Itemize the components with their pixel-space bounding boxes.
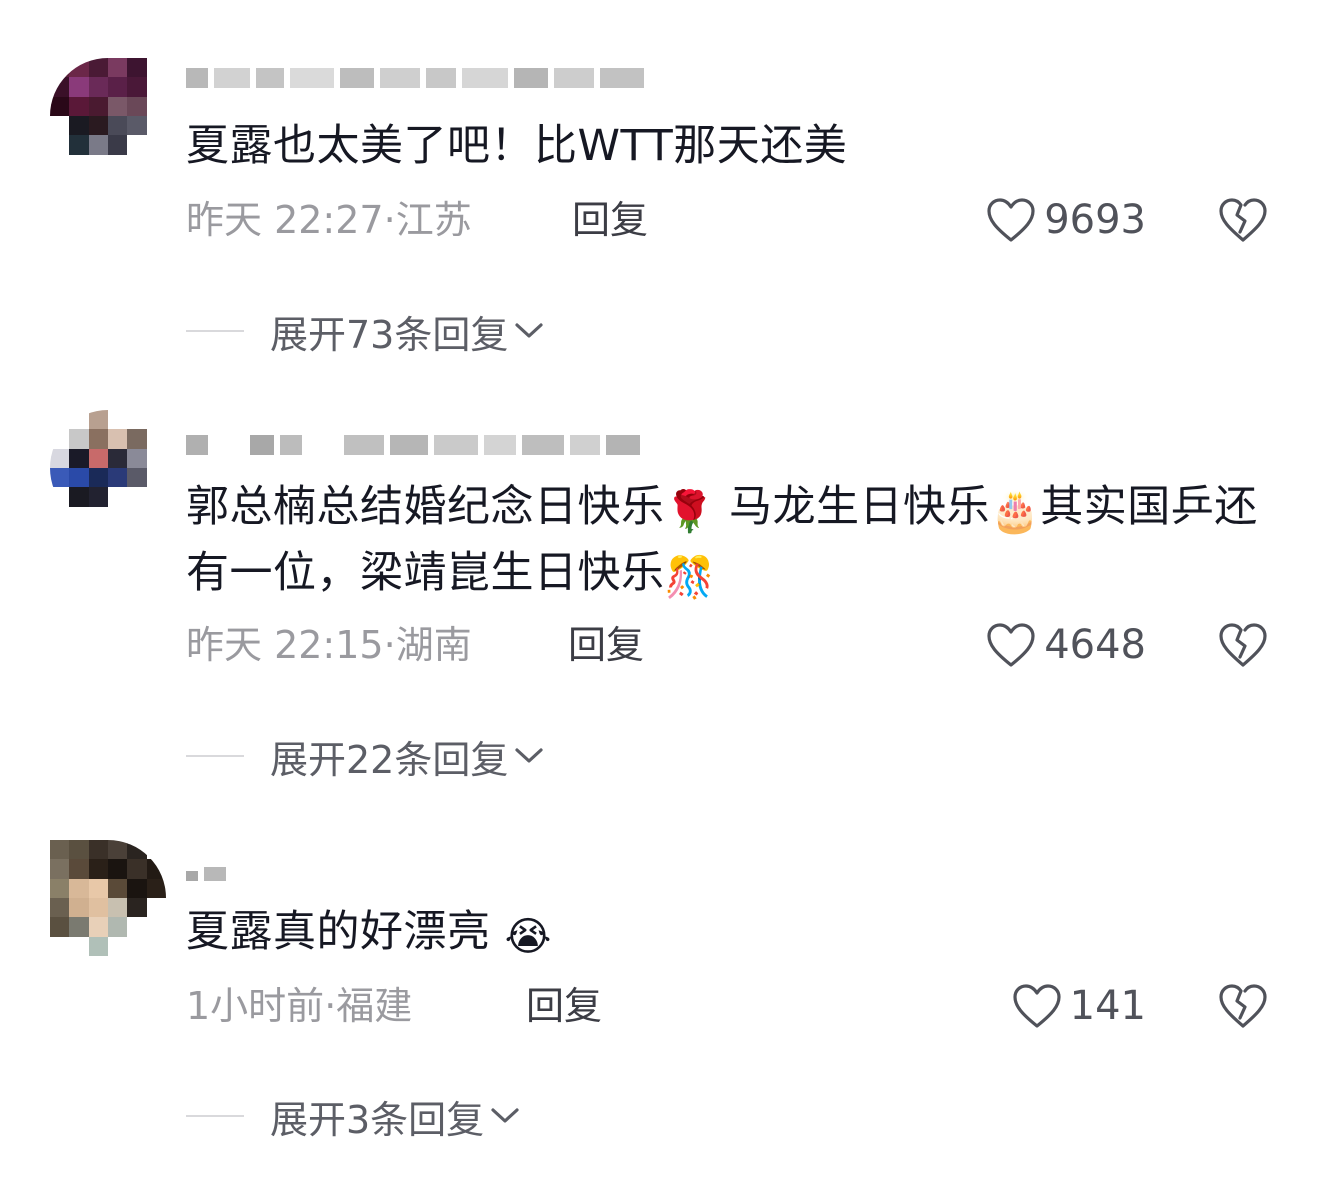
comment-time: 1小时前 xyxy=(186,984,325,1028)
username-blurred[interactable] xyxy=(186,425,640,465)
comment-meta: 昨天 22:15·湖南 xyxy=(186,621,472,669)
confetti-emoji: 🎊 xyxy=(664,555,715,601)
heart-outline-icon xyxy=(987,198,1035,242)
comment-meta: 昨天 22:27·江苏 xyxy=(186,196,472,244)
broken-heart-icon[interactable] xyxy=(1218,982,1268,1030)
chevron-down-icon xyxy=(515,323,543,338)
expand-replies-label: 展开3条回复 xyxy=(270,1097,485,1142)
rose-emoji: 🌹 xyxy=(664,489,715,535)
like-count: 141 xyxy=(1069,983,1146,1029)
expand-replies-label: 展开22条回复 xyxy=(270,737,509,782)
meta-separator: · xyxy=(383,198,396,242)
broken-heart-icon[interactable] xyxy=(1218,196,1268,244)
comment-text-content: 夏露真的好漂亮 xyxy=(186,907,505,957)
reply-button[interactable]: 回复 xyxy=(572,196,648,244)
like-button[interactable]: 4648 xyxy=(986,621,1146,669)
comment-text: 郭总楠总结婚纪念日快乐🌹 马龙生日快乐🎂其实国乒还有一位，梁靖崑生日快乐🎊 xyxy=(186,474,1276,606)
chevron-down-icon xyxy=(515,748,543,763)
like-button[interactable]: 141 xyxy=(1012,982,1146,1030)
expand-replies-button[interactable]: 展开73条回复 xyxy=(186,306,544,357)
comment-text: 夏露也太美了吧！比WTT那天还美 xyxy=(186,113,1276,179)
heart-outline-icon xyxy=(987,623,1035,667)
like-count: 4648 xyxy=(1044,622,1146,668)
like-count: 9693 xyxy=(1044,197,1146,243)
crying-face-emoji: 😭 xyxy=(504,914,552,960)
comment-location: 江苏 xyxy=(395,198,472,242)
avatar[interactable] xyxy=(50,410,166,526)
username-blurred[interactable] xyxy=(186,58,644,98)
chevron-down-icon xyxy=(491,1108,519,1123)
reply-button[interactable]: 回复 xyxy=(526,982,602,1030)
comment-meta: 1小时前·福建 xyxy=(186,982,412,1030)
meta-separator: · xyxy=(383,623,396,667)
reply-button[interactable]: 回复 xyxy=(568,621,644,669)
avatar[interactable] xyxy=(50,58,166,174)
comment-time: 昨天 22:27 xyxy=(186,198,384,242)
divider-line xyxy=(186,330,244,332)
avatar[interactable] xyxy=(50,840,166,956)
comment-list: 夏露也太美了吧！比WTT那天还美 昨天 22:27·江苏 回复 9693 展开7… xyxy=(0,0,1320,1187)
expand-replies-label: 展开73条回复 xyxy=(270,312,509,357)
comment-text: 夏露真的好漂亮 😭 xyxy=(186,899,1276,965)
divider-line xyxy=(186,755,244,757)
comment-text-part2: 马龙生日快乐 xyxy=(714,482,990,532)
like-button[interactable]: 9693 xyxy=(986,196,1146,244)
divider-line xyxy=(186,1115,244,1117)
comment-time: 昨天 22:15 xyxy=(186,623,384,667)
broken-heart-icon[interactable] xyxy=(1218,621,1268,669)
comment-location: 福建 xyxy=(336,984,413,1028)
comment-location: 湖南 xyxy=(395,623,472,667)
comment-text-content: 夏露也太美了吧！比WTT那天还美 xyxy=(186,121,848,171)
meta-separator: · xyxy=(324,984,337,1028)
expand-replies-button[interactable]: 展开3条回复 xyxy=(186,1091,520,1142)
expand-replies-button[interactable]: 展开22条回复 xyxy=(186,731,544,782)
username-blurred[interactable] xyxy=(186,850,226,890)
comment-text-part1: 郭总楠总结婚纪念日快乐 xyxy=(186,482,665,532)
heart-outline-icon xyxy=(1013,984,1061,1028)
cake-emoji: 🎂 xyxy=(989,489,1041,535)
